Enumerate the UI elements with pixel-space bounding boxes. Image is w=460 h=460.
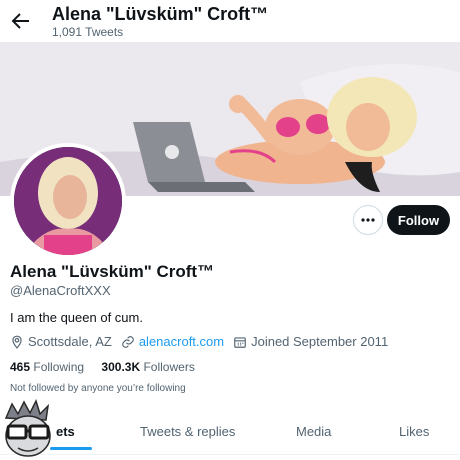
header-tweet-count: 1,091 Tweets [52,25,124,39]
follow-stats: 465 Following 300.3K Followers [10,360,209,374]
tab-tweets-replies[interactable]: Tweets & replies [140,424,235,439]
location-pin-icon [12,335,22,349]
calendar-icon [234,336,246,348]
location-item: Scottsdale, AZ [10,334,112,349]
profile-bio: I am the queen of cum. [10,310,143,325]
tab-likes[interactable]: Likes [399,424,429,439]
mascot-watermark-icon [4,398,51,457]
ellipsis-icon [361,218,375,222]
follow-button[interactable]: Follow [387,205,450,235]
avatar[interactable] [10,143,126,259]
following-label: Following [33,360,85,374]
website-link[interactable]: alenacroft.com [139,334,224,349]
more-options-button[interactable] [353,205,383,235]
avatar-photo [14,147,122,255]
tab-media[interactable]: Media [296,424,331,439]
profile-handle: @AlenaCroftXXX [10,283,111,298]
followers-count: 300.3K [101,360,141,374]
website-item[interactable]: alenacroft.com [121,334,224,349]
profile-meta: Scottsdale, AZ alenacroft.com Joined Sep… [10,334,397,349]
profile-display-name: Alena "Lüvsküm" Croft™ [10,262,215,281]
following-count: 465 [10,360,31,374]
followers-link[interactable]: 300.3K Followers [101,360,194,374]
joined-text: Joined September 2011 [251,334,389,349]
header-display-name: Alena "Lüvsküm" Croft™ [52,4,269,24]
followed-by-note: Not followed by anyone you’re following [10,383,186,394]
followers-label: Followers [143,360,195,374]
top-bar: Alena "Lüvsküm" Croft™ 1,091 Tweets [0,0,460,42]
link-icon [122,335,134,348]
arrow-left-icon[interactable] [8,9,32,33]
location-text: Scottsdale, AZ [28,334,112,349]
following-link[interactable]: 465 Following [10,360,84,374]
joined-item: Joined September 2011 [233,334,388,349]
